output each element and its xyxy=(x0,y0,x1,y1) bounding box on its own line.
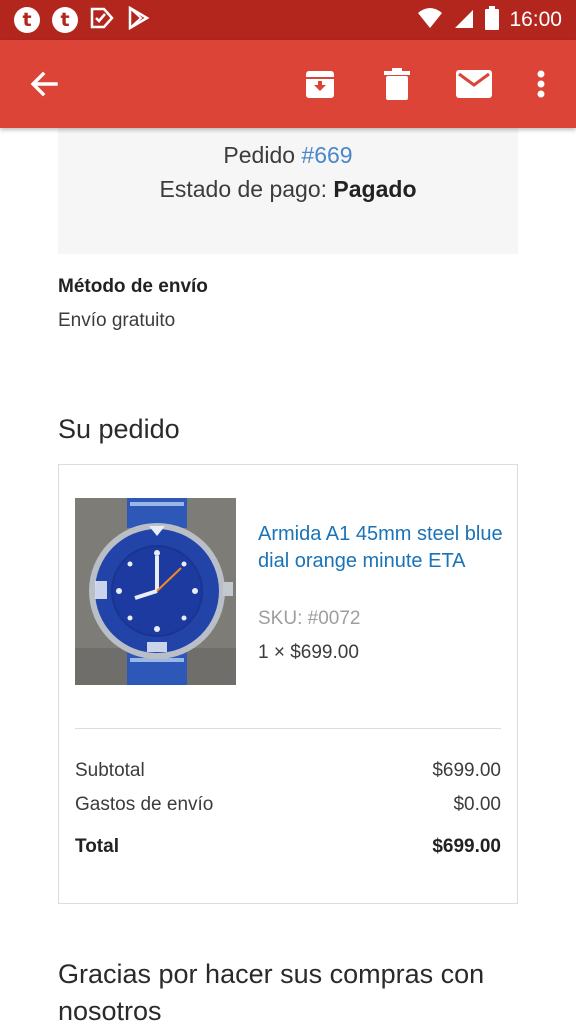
status-bar: t t 16:00 xyxy=(0,0,576,40)
shipping-cost-row: Gastos de envío $0.00 xyxy=(75,794,501,816)
check-notification-icon xyxy=(90,7,114,34)
total-row: Total $699.00 xyxy=(75,836,501,858)
shipping-method-value: Envío gratuito xyxy=(58,310,176,331)
order-summary-box: Pedido #669 Estado de pago: Pagado xyxy=(58,128,518,254)
payment-label: Estado de pago: xyxy=(159,176,328,202)
battery-icon xyxy=(485,5,500,35)
order-number-link[interactable]: #669 xyxy=(301,142,352,168)
product-image[interactable] xyxy=(75,498,236,685)
shipping-method-title: Método de envío xyxy=(58,276,208,297)
your-order-title: Su pedido xyxy=(58,414,180,444)
archive-icon[interactable] xyxy=(300,64,340,104)
tumblr-notification-icon: t xyxy=(14,7,40,33)
product-name-link[interactable]: Armida A1 45mm steel blue dial orange mi… xyxy=(258,521,508,575)
product-sku: SKU: #0072 xyxy=(258,608,361,629)
more-vert-icon[interactable] xyxy=(521,64,561,104)
order-number-line: Pedido #669 xyxy=(58,142,518,169)
subtotal-value: $699.00 xyxy=(432,760,501,781)
back-arrow-icon[interactable] xyxy=(26,66,62,102)
payment-status-line: Estado de pago: Pagado xyxy=(58,176,518,203)
order-card: Armida A1 45mm steel blue dial orange mi… xyxy=(58,464,518,904)
wifi-icon xyxy=(417,7,443,34)
divider xyxy=(75,728,501,729)
shipping-cost-label: Gastos de envío xyxy=(75,794,214,815)
subtotal-row: Subtotal $699.00 xyxy=(75,760,501,782)
email-body[interactable]: Pedido #669 Estado de pago: Pagado Métod… xyxy=(0,128,576,1024)
app-bar xyxy=(0,40,576,128)
status-time: 16:00 xyxy=(509,8,562,31)
order-label: Pedido xyxy=(223,142,296,168)
delete-icon[interactable] xyxy=(377,64,417,104)
total-value: $699.00 xyxy=(432,836,501,857)
shipping-cost-value: $0.00 xyxy=(453,794,501,815)
mail-icon[interactable] xyxy=(454,64,494,104)
total-label: Total xyxy=(75,836,119,857)
product-quantity-price: 1 × $699.00 xyxy=(258,642,359,663)
play-store-notification-icon xyxy=(126,5,150,35)
subtotal-label: Subtotal xyxy=(75,760,145,781)
tumblr-notification-icon-2: t xyxy=(52,7,78,33)
payment-status: Pagado xyxy=(333,176,417,202)
thank-you-message: Gracias por hacer sus compras con nosotr… xyxy=(58,959,485,1024)
signal-icon xyxy=(453,7,475,34)
